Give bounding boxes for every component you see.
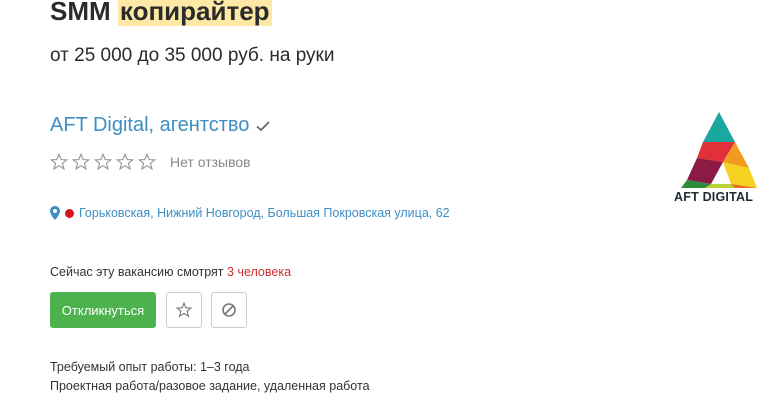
vacancy-title-prefix: SMM bbox=[50, 0, 111, 26]
employment-type: Проектная работа/разовое задание, удален… bbox=[50, 379, 370, 393]
apply-button[interactable]: Откликнуться bbox=[50, 292, 156, 328]
star-icon bbox=[116, 153, 134, 171]
metro-line-dot bbox=[65, 208, 74, 218]
star-icon bbox=[94, 153, 112, 171]
company-link[interactable]: AFT Digital, агентство bbox=[50, 114, 271, 137]
vacancy-title: SMM копирайтер bbox=[50, 0, 272, 27]
map-pin-icon bbox=[50, 206, 60, 220]
company-name[interactable]: AFT Digital, агентство bbox=[50, 114, 249, 137]
star-icon bbox=[50, 153, 68, 171]
salary: от 25 000 до 35 000 руб. на руки bbox=[50, 45, 335, 66]
company-rating: Нет отзывов bbox=[50, 153, 251, 171]
star-icon bbox=[176, 302, 192, 318]
address-line: Горьковская, Нижний Новгород, Большая По… bbox=[50, 206, 450, 220]
watching-prefix: Сейчас эту вакансию смотрят bbox=[50, 265, 224, 279]
star-icon bbox=[72, 153, 90, 171]
hide-vacancy-button[interactable] bbox=[211, 292, 247, 328]
watching-count: 3 человека bbox=[227, 265, 292, 279]
vacancy-title-highlight: копирайтер bbox=[117, 0, 272, 26]
company-logo-text: AFT DIGITAL bbox=[674, 190, 754, 204]
experience-required: Требуемый опыт работы: 1–3 года bbox=[50, 360, 250, 374]
verified-check-icon bbox=[256, 120, 271, 131]
reviews-text: Нет отзывов bbox=[170, 154, 251, 170]
block-icon bbox=[222, 303, 236, 317]
watching-now: Сейчас эту вакансию смотрят 3 человека bbox=[50, 265, 291, 279]
star-icon bbox=[138, 153, 156, 171]
favorite-button[interactable] bbox=[166, 292, 202, 328]
address-link[interactable]: Горьковская, Нижний Новгород, Большая По… bbox=[79, 206, 450, 220]
